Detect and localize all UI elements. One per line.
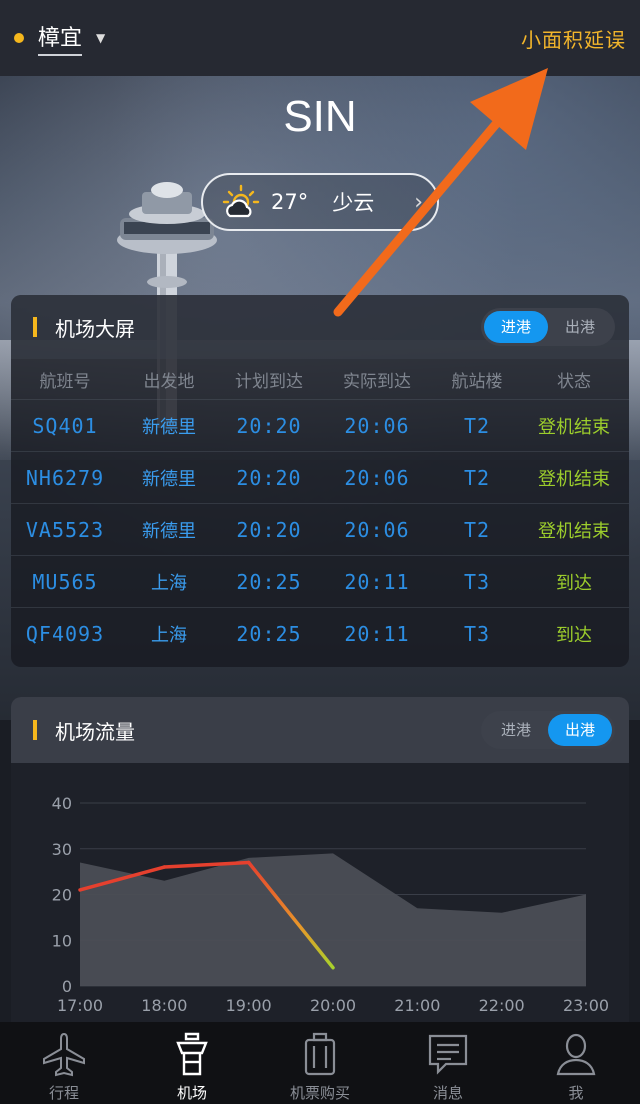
terminal: T3: [463, 621, 491, 646]
flow-header: 机场流量 进港 出港: [11, 697, 629, 763]
airport-board-card: 机场大屏 进港 出港 航班号 出发地 计划到达 实际到达 航站楼 状态 SQ40…: [11, 295, 629, 667]
flight-status: 到达: [556, 624, 592, 646]
airplane-icon: [43, 1032, 85, 1077]
board-rows: SQ401 新德里 20:20 20:06 T2 登机结束 NH6279 新德里…: [11, 399, 629, 659]
origin: 上海: [151, 572, 187, 594]
x-tick-label: 19:00: [226, 996, 272, 1015]
actual-time: 20:06: [344, 465, 410, 490]
origin: 上海: [151, 624, 187, 646]
x-tick-label: 17:00: [57, 996, 103, 1015]
x-tick-label: 23:00: [563, 996, 609, 1015]
scheduled-time: 20:25: [236, 621, 302, 646]
flight-status: 登机结束: [538, 468, 610, 490]
flight-number: MU565: [32, 569, 98, 594]
luggage-icon: [304, 1032, 336, 1076]
location-dot-icon: [14, 33, 24, 43]
weather-condition: 少云: [332, 191, 375, 215]
col-origin: 出发地: [143, 371, 195, 392]
tab-label: 消息: [432, 1084, 463, 1102]
col-scheduled: 计划到达: [235, 371, 303, 392]
actual-time: 20:11: [344, 569, 410, 594]
flow-title: 机场流量: [55, 719, 135, 744]
toggle-arrive[interactable]: 进港: [484, 311, 548, 343]
delay-status-link[interactable]: 小面积延误: [521, 24, 626, 53]
terminal: T3: [463, 569, 491, 594]
user-icon: [556, 1033, 596, 1076]
origin: 新德里: [142, 520, 196, 542]
x-tick-label: 18:00: [141, 996, 187, 1015]
tab-label: 机场: [176, 1084, 207, 1102]
toggle-depart[interactable]: 出港: [548, 311, 612, 343]
bottom-tab-bar: 行程 机场 机票购买 消息 我: [0, 1022, 640, 1104]
section-marker: [33, 720, 37, 740]
x-tick-label: 21:00: [394, 996, 440, 1015]
tab-trips[interactable]: 行程: [0, 1022, 128, 1104]
actual-time: 20:11: [344, 621, 410, 646]
tab-messages[interactable]: 消息: [384, 1022, 512, 1104]
origin: 新德里: [142, 416, 196, 438]
partly-cloudy-icon: [222, 184, 260, 218]
airport-flow-card: 机场流量 进港 出港 0 10 20 30 40 17:00 18:00 19:00 20:0…: [11, 697, 629, 1027]
flight-status: 登机结束: [538, 416, 610, 438]
temperature: 27°: [271, 190, 309, 214]
flight-number: SQ401: [32, 413, 98, 438]
actual-time: 20:06: [344, 413, 410, 438]
scheduled-time: 20:20: [236, 517, 302, 542]
control-tower-icon: [176, 1032, 208, 1076]
flow-direction-toggle[interactable]: 进港 出港: [481, 711, 615, 749]
tab-label: 行程: [48, 1084, 79, 1102]
scheduled-time: 20:20: [236, 465, 302, 490]
terminal: T2: [463, 465, 491, 490]
tab-airport[interactable]: 机场: [128, 1022, 256, 1104]
flight-number: QF4093: [25, 621, 105, 646]
flow-chart: 0 10 20 30 40 17:00 18:00 19:00 20:00 21:00 22:00…: [52, 794, 609, 1015]
board-header: 机场大屏 进港 出港: [11, 295, 629, 359]
col-actual: 实际到达: [343, 371, 411, 392]
toggle-depart[interactable]: 出港: [548, 714, 612, 746]
board-column-headers: 航班号 出发地 计划到达 实际到达 航站楼 状态: [11, 359, 629, 399]
terminal: T2: [463, 517, 491, 542]
tab-label: 机票购买: [289, 1084, 350, 1102]
col-terminal: 航站楼: [451, 371, 503, 392]
tab-label: 我: [568, 1084, 584, 1102]
flight-number: VA5523: [25, 517, 105, 542]
message-icon: [428, 1034, 468, 1075]
col-status: 状态: [557, 371, 591, 392]
section-marker: [33, 317, 37, 337]
table-row[interactable]: MU565 上海 20:25 20:11 T3 到达: [11, 555, 629, 607]
flight-number: NH6279: [25, 465, 105, 490]
airport-code: SIN: [283, 92, 357, 141]
flight-status: 到达: [556, 572, 592, 594]
flight-status: 登机结束: [538, 520, 610, 542]
actual-time: 20:06: [344, 517, 410, 542]
table-row[interactable]: NH6279 新德里 20:20 20:06 T2 登机结束: [11, 451, 629, 503]
toggle-arrive[interactable]: 进港: [484, 714, 548, 746]
tab-me[interactable]: 我: [512, 1022, 640, 1104]
y-tick-label: 20: [52, 886, 72, 905]
top-header: 樟宜 ▼ 小面积延误: [0, 0, 640, 76]
tab-ticket-purchase[interactable]: 机票购买: [256, 1022, 384, 1104]
x-tick-label: 20:00: [310, 996, 356, 1015]
scheduled-time: 20:20: [236, 413, 302, 438]
scheduled-time: 20:25: [236, 569, 302, 594]
y-tick-label: 30: [52, 840, 72, 859]
x-tick-label: 22:00: [479, 996, 525, 1015]
origin: 新德里: [142, 468, 196, 490]
table-row[interactable]: SQ401 新德里 20:20 20:06 T2 登机结束: [11, 399, 629, 451]
chevron-right-icon: ›: [414, 189, 423, 215]
col-flight: 航班号: [39, 371, 91, 392]
board-direction-toggle[interactable]: 进港 出港: [481, 308, 615, 346]
y-tick-label: 0: [62, 977, 72, 996]
table-row[interactable]: QF4093 上海 20:25 20:11 T3 到达: [11, 607, 629, 659]
caret-down-icon[interactable]: ▼: [96, 31, 105, 45]
terminal: T2: [463, 413, 491, 438]
city-selector[interactable]: 樟宜: [38, 20, 83, 56]
table-row[interactable]: VA5523 新德里 20:20 20:06 T2 登机结束: [11, 503, 629, 555]
weather-button[interactable]: 27° 少云 ›: [201, 173, 439, 231]
y-tick-label: 40: [52, 794, 72, 813]
board-title: 机场大屏: [55, 316, 135, 341]
y-tick-label: 10: [52, 931, 72, 950]
